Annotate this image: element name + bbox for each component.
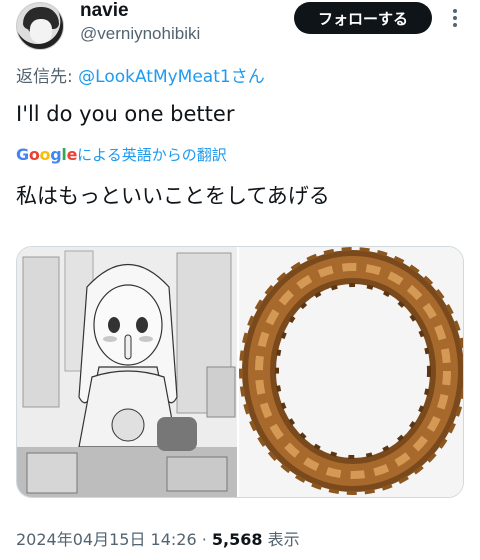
manga-illustration-image[interactable] bbox=[17, 247, 239, 497]
onion-ring-photo[interactable] bbox=[239, 247, 463, 497]
views-count: 5,568 bbox=[211, 530, 263, 549]
author-display-name[interactable]: navie bbox=[80, 0, 129, 22]
onion-ring-icon bbox=[239, 247, 463, 497]
tweet-meta: 2024年04月15日 14:26 · 5,568 表示 bbox=[16, 526, 300, 550]
reply-to-line: 返信先: @LookAtMyMeat1さん bbox=[16, 62, 265, 87]
reply-mention-link[interactable]: @LookAtMyMeat1さん bbox=[78, 67, 265, 87]
translation-attribution[interactable]: Google による英語からの翻訳 bbox=[16, 144, 227, 165]
views-label: 表示 bbox=[262, 530, 300, 549]
translation-label: による英語からの翻訳 bbox=[77, 146, 227, 164]
tweet-timestamp[interactable]: 2024年04月15日 14:26 bbox=[16, 530, 197, 549]
reply-prefix: 返信先: bbox=[16, 67, 79, 87]
meta-separator: · bbox=[196, 530, 212, 549]
media-grid bbox=[16, 246, 464, 498]
manga-illustration-icon bbox=[17, 247, 237, 497]
avatar-face bbox=[30, 19, 52, 43]
tweet-text: I'll do you one better bbox=[16, 102, 235, 126]
translated-text: 私はもっといいことをしてあげる bbox=[16, 184, 330, 208]
more-options-icon[interactable] bbox=[442, 4, 468, 32]
author-handle[interactable]: @verniynohibiki bbox=[80, 24, 200, 44]
follow-button[interactable]: フォローする bbox=[294, 2, 432, 34]
tweet-header: navie @verniynohibiki フォローする bbox=[0, 0, 480, 56]
google-logo: Google bbox=[16, 145, 78, 164]
avatar[interactable] bbox=[16, 2, 64, 50]
